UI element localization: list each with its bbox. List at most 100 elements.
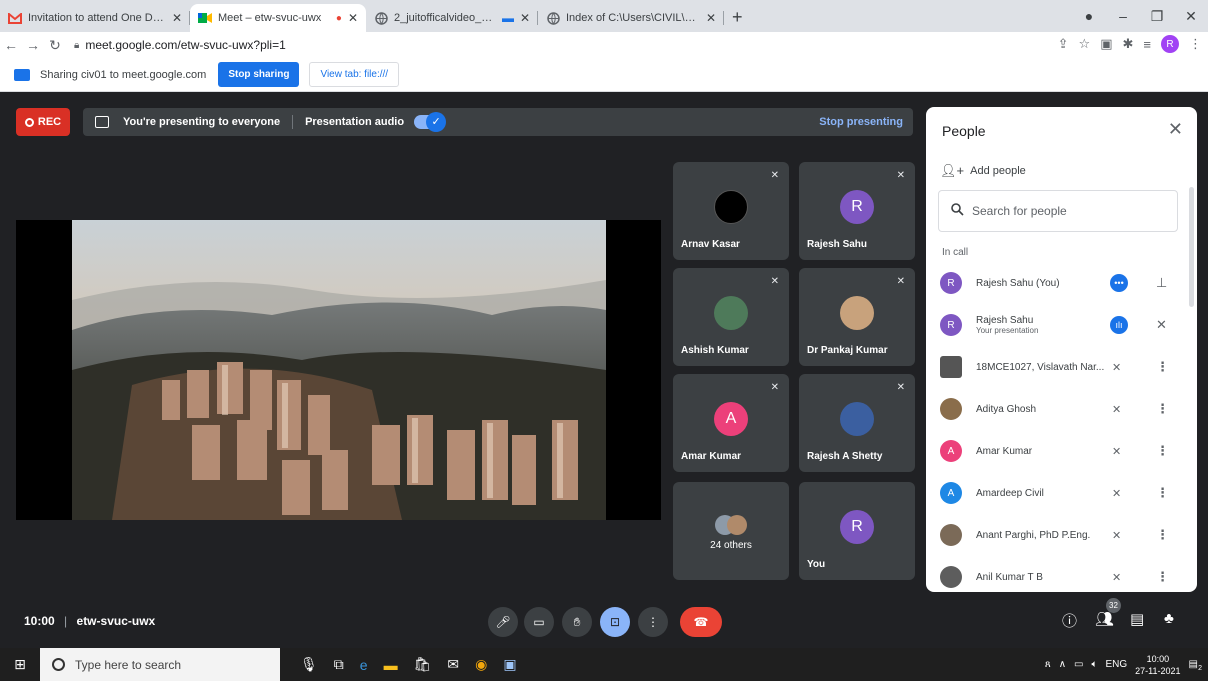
list-item[interactable]: Anil Kumar T B ✕ ⋮ [926,556,1188,592]
task-view-icon[interactable]: ⧉ [334,656,344,673]
presentation-audio-label: Presentation audio [305,116,405,128]
forward-icon[interactable]: → [22,37,44,53]
meeting-info: 10:00 | etw-svuc-uwx [24,614,156,628]
participant-avatar: R [840,510,874,544]
more-vert-icon[interactable]: ⋮ [1156,485,1169,501]
others-tile[interactable]: 24 others [673,482,789,580]
bookmark-star-icon[interactable]: ☆ [1079,36,1091,52]
close-icon[interactable]: ✕ [1168,119,1183,140]
minimize-icon[interactable]: – [1106,8,1140,24]
system-tray: ጸ ∧ ▭ 🔈︎ ENG 10:00 27-11-2021 ▤ 2 [1045,648,1202,681]
more-vert-icon[interactable]: ⋮ [1156,359,1169,375]
chrome-icon[interactable]: ◉ [475,656,487,673]
mail-icon[interactable]: ✉︎ [447,656,459,673]
app-icon[interactable]: ▣ [503,656,516,673]
more-vert-icon[interactable]: ⋮ [1156,401,1169,417]
activities-icon[interactable]: ♣ [1164,610,1174,627]
tab-close-icon[interactable]: ✕ [706,11,716,25]
search-people-input[interactable] [972,204,1162,218]
tab-close-icon[interactable]: ✕ [348,11,358,25]
more-vert-icon[interactable]: ⋮ [1156,443,1169,459]
reading-list-icon[interactable]: ≡ [1143,37,1151,52]
edge-icon[interactable]: e [360,657,368,673]
browser-tab-index[interactable]: Index of C:\Users\CIVIL\Desktop\ ✕ [538,4,724,32]
view-tab-button[interactable]: View tab: file:/// [309,62,400,87]
presenting-text: You're presenting to everyone [123,116,281,128]
file-explorer-icon[interactable]: ▬ [384,657,398,673]
reload-icon[interactable]: ↻ [44,37,66,54]
profile-avatar[interactable]: R [1161,35,1179,53]
more-options-icon[interactable]: ••• [1110,274,1128,292]
presenting-bar: You're presenting to everyone Presentati… [83,108,913,136]
microphone-button[interactable]: 🎤︎ [488,607,518,637]
more-vert-icon[interactable]: ⋮ [1156,527,1169,543]
people-scrollbar[interactable] [1189,187,1194,307]
stop-sharing-button[interactable]: Stop sharing [218,62,300,87]
browser-tab-video[interactable]: 2_juitofficalvideo_new.mp4 ▬ ✕ [366,4,538,32]
browser-tab-bar: Invitation to attend One Day web ✕ Meet … [0,0,1208,32]
presentation-audio-toggle[interactable] [414,112,447,132]
people-tray-icon[interactable]: ጸ [1045,659,1051,670]
meeting-details-icon[interactable]: ⓘ [1062,610,1077,631]
pin-icon[interactable]: ⊥ [1156,275,1167,291]
participant-avatar [714,296,748,330]
list-item[interactable]: Anant Parghi, PhD P.Eng. ✕ ⋮ [926,514,1188,556]
participant-tile[interactable]: ✕ Rajesh A Shetty [799,374,915,472]
restore-icon[interactable]: ❐ [1140,8,1174,25]
taskbar-search[interactable]: Type here to search [40,648,280,681]
network-icon[interactable]: ▭ [1074,659,1083,670]
list-item[interactable]: R Rajesh Sahu Your presentation ılı ✕ [926,304,1188,346]
browser-tab-gmail[interactable]: Invitation to attend One Day web ✕ [0,4,190,32]
close-window-icon[interactable]: ✕ [1174,8,1208,25]
store-icon[interactable]: 🛍︎ [414,656,432,673]
tab-close-icon[interactable]: ✕ [172,11,182,25]
raise-hand-button[interactable]: ✋︎ [562,607,592,637]
language-indicator[interactable]: ENG [1106,659,1128,670]
participant-avatar [840,402,874,436]
list-item[interactable]: Aditya Ghosh ✕ ⋮ [926,388,1188,430]
volume-icon[interactable]: 🔈︎ [1092,659,1098,670]
stop-presenting-button[interactable]: Stop presenting [819,116,903,128]
audio-level-icon: ılı [1110,316,1128,334]
share-icon[interactable]: ⇪ [1058,36,1069,52]
windows-taskbar: ⊞ Type here to search 🎙︎ ⧉ e ▬ 🛍︎ ✉︎ ◉ ▣… [0,648,1208,681]
list-item[interactable]: A Amardeep Civil ✕ ⋮ [926,472,1188,514]
search-icon [951,203,964,219]
camera-button[interactable]: ▭ [524,607,554,637]
back-icon[interactable]: ← [0,37,22,53]
participant-tile[interactable]: ✕ Dr Pankaj Kumar [799,268,915,366]
microphone-icon[interactable]: 🎙︎ [300,656,318,673]
in-call-label: In call [942,247,969,258]
windows-start-icon[interactable]: ⊞ [0,656,40,673]
more-options-button[interactable]: ⋮ [638,607,668,637]
globe-icon [374,11,388,25]
extension-icon[interactable]: ▣ [1100,36,1112,52]
puzzle-icon[interactable]: ✱ [1123,36,1134,52]
media-control-icon[interactable]: ● [1072,8,1106,24]
participant-tile[interactable]: ✕ Ashish Kumar [673,268,789,366]
list-item[interactable]: 18MCE1027, Vislavath Nar... ✕ ⋮ [926,346,1188,388]
self-tile[interactable]: R You [799,482,915,580]
leave-call-button[interactable]: ☎︎ [680,607,722,637]
participant-tile[interactable]: ✕ A Amar Kumar [673,374,789,472]
tray-chevron-icon[interactable]: ∧ [1059,659,1066,670]
participant-tile[interactable]: ✕ Arnav Kasar [673,162,789,260]
participant-tile[interactable]: ✕ R Rajesh Sahu [799,162,915,260]
menu-dots-icon[interactable]: ⋮ [1189,36,1202,52]
browser-tab-meet[interactable]: Meet – etw-svuc-uwx ● ✕ [190,4,366,32]
tab-close-icon[interactable]: ✕ [520,11,530,25]
present-now-button[interactable]: ⊡ [600,607,630,637]
url-field[interactable]: 🔒︎ meet.google.com/etw-svuc-uwx?pli=1 [74,38,286,52]
chat-icon[interactable]: ▤ [1130,610,1144,628]
globe-icon [546,11,560,25]
search-people-field[interactable] [938,190,1178,232]
clock[interactable]: 10:00 27-11-2021 [1135,653,1180,677]
notification-icon[interactable]: ▤ 2 [1189,659,1202,672]
more-vert-icon[interactable]: ⋮ [1156,569,1169,585]
list-item[interactable]: A Amar Kumar ✕ ⋮ [926,430,1188,472]
avatar: A [940,482,962,504]
add-people-button[interactable]: 👤︎+ Add people [940,163,1026,179]
unpin-icon[interactable]: ✕ [1156,317,1167,333]
new-tab-icon[interactable]: + [732,7,743,28]
list-item[interactable]: R Rajesh Sahu (You) ••• ⊥ [926,262,1188,304]
